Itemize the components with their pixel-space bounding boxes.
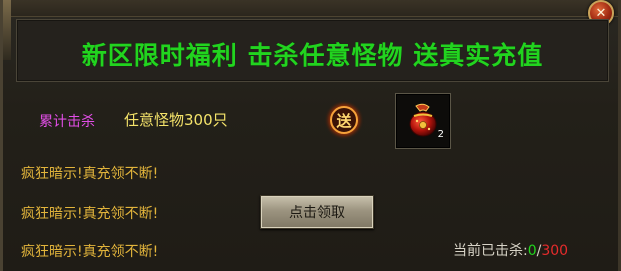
kill-progress: 当前已击杀:0/300 xyxy=(453,240,568,260)
left-frame-ornament xyxy=(3,0,11,60)
gift-emblem-svg: 送 xyxy=(324,100,364,140)
dialog-top-bar xyxy=(3,0,618,17)
claim-button[interactable]: 点击领取 xyxy=(260,195,374,229)
claim-button-label: 点击领取 xyxy=(289,205,345,221)
welfare-dialog: ✕ 新区限时福利 击杀任意怪物 送真实充值 累计击杀 任意怪物300只 送 2 … xyxy=(0,0,621,271)
kill-progress-current: 0 xyxy=(527,243,537,259)
gift-char: 送 xyxy=(335,112,352,130)
title-banner: 新区限时福利 击杀任意怪物 送真实充值 xyxy=(16,19,609,82)
task-requirement: 任意怪物300只 xyxy=(124,111,228,129)
reward-item-count: 2 xyxy=(437,129,444,140)
hint-line-2: 疯狂暗示!真充领不断! xyxy=(21,206,159,222)
kill-progress-label: 当前已击杀: xyxy=(453,243,528,259)
gift-icon: 送 xyxy=(323,99,365,141)
close-icon: ✕ xyxy=(595,5,607,21)
kill-progress-total: 300 xyxy=(541,243,569,259)
task-label: 累计击杀 xyxy=(39,114,95,130)
hint-line-3: 疯狂暗示!真充领不断! xyxy=(21,244,159,260)
reward-item-slot[interactable]: 2 xyxy=(395,93,451,149)
dialog-title: 新区限时福利 击杀任意怪物 送真实充值 xyxy=(81,41,544,70)
hint-line-1: 疯狂暗示!真充领不断! xyxy=(21,166,159,182)
